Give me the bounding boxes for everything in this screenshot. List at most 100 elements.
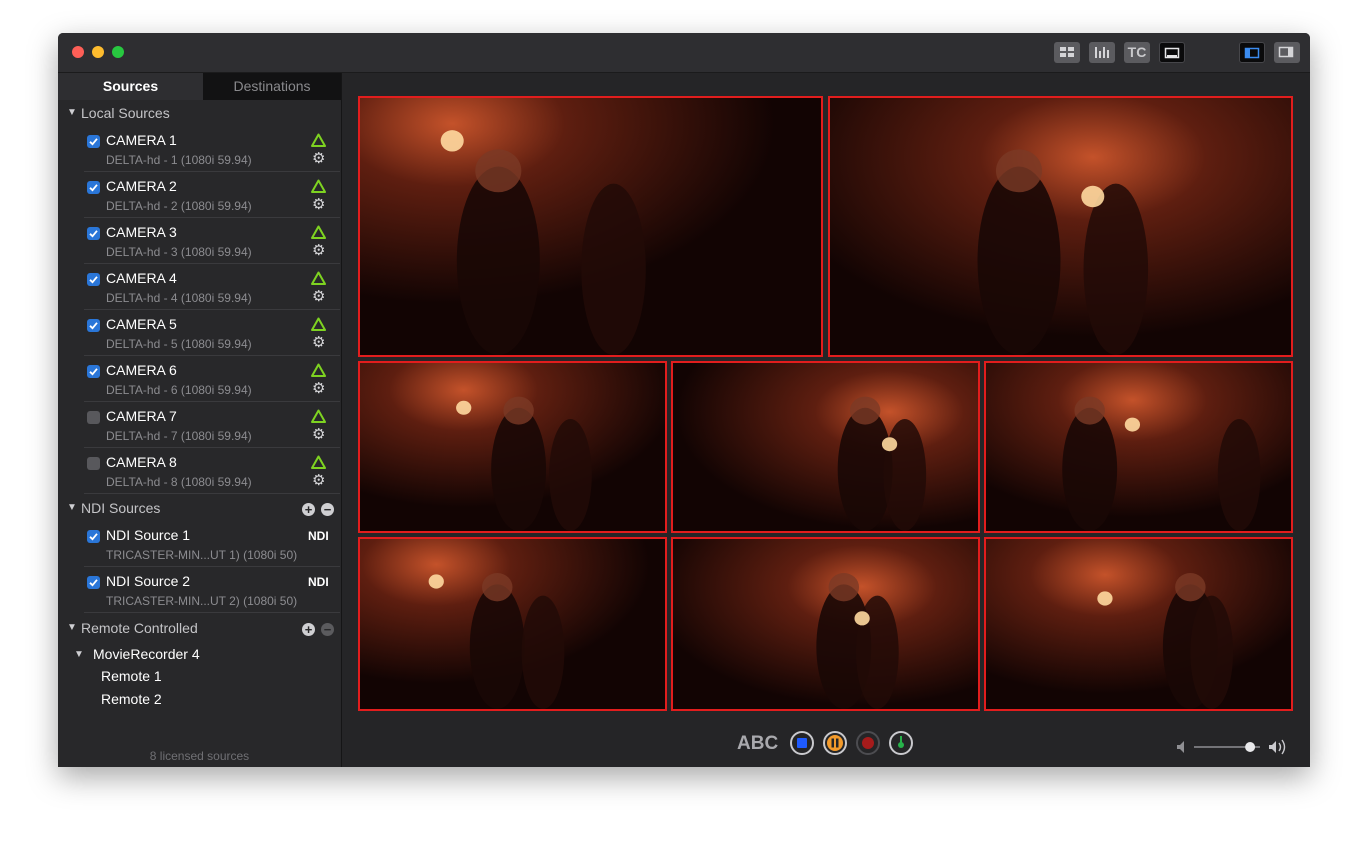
pause-button[interactable] bbox=[823, 731, 847, 755]
camera-source-item[interactable]: CAMERA 2 DELTA-hd - 2 (1080i 59.94) ⚙ bbox=[84, 172, 340, 218]
checkmark-icon bbox=[89, 322, 98, 330]
licensed-sources-status: 8 licensed sources bbox=[149, 749, 250, 763]
camera-source-item[interactable]: CAMERA 5 DELTA-hd - 5 (1080i 59.94) ⚙ bbox=[84, 310, 340, 356]
source-checkbox[interactable] bbox=[87, 530, 100, 543]
checkmark-icon bbox=[89, 230, 98, 238]
gear-icon[interactable]: ⚙ bbox=[312, 381, 325, 396]
camera-source-item[interactable]: CAMERA 4 DELTA-hd - 4 (1080i 59.94) ⚙ bbox=[84, 264, 340, 310]
audio-meters-button[interactable] bbox=[1089, 42, 1115, 63]
close-window-button[interactable] bbox=[72, 46, 84, 58]
pause-icon bbox=[827, 735, 843, 751]
warning-triangle-icon[interactable] bbox=[311, 225, 326, 239]
video-tile-2[interactable] bbox=[828, 96, 1293, 357]
disclosure-triangle-icon[interactable]: ▼ bbox=[67, 622, 77, 633]
warning-triangle-icon[interactable] bbox=[311, 409, 326, 423]
disclosure-triangle-icon[interactable]: ▼ bbox=[67, 502, 77, 513]
gear-icon[interactable]: ⚙ bbox=[312, 197, 325, 212]
ndi-source-item[interactable]: NDI Source 2 TRICASTER-MIN...UT 2) (1080i… bbox=[84, 567, 340, 613]
source-checkbox[interactable] bbox=[87, 576, 100, 589]
zoom-window-button[interactable] bbox=[112, 46, 124, 58]
stop-button[interactable] bbox=[790, 731, 814, 755]
source-checkbox[interactable] bbox=[87, 181, 100, 194]
left-panel-toggle[interactable] bbox=[1239, 42, 1265, 63]
monitor-icon bbox=[1164, 47, 1180, 59]
camera-feed-image bbox=[673, 363, 978, 531]
right-panel-icon bbox=[1278, 46, 1294, 58]
warning-triangle-icon[interactable] bbox=[311, 133, 326, 147]
camera-feed-image bbox=[830, 98, 1291, 355]
remote-controlled-header[interactable]: ▼ Remote Controlled + − bbox=[58, 619, 341, 641]
source-detail: DELTA-hd - 1 (1080i 59.94) bbox=[106, 153, 252, 167]
video-tile-3[interactable] bbox=[358, 361, 667, 533]
tab-destinations[interactable]: Destinations bbox=[203, 73, 341, 100]
warning-triangle-icon[interactable] bbox=[311, 317, 326, 331]
source-name: CAMERA 4 bbox=[106, 270, 177, 286]
volume-slider[interactable] bbox=[1174, 737, 1294, 759]
camera-feed-image bbox=[360, 98, 821, 355]
timer-button[interactable] bbox=[889, 731, 913, 755]
right-panel-toggle[interactable] bbox=[1274, 42, 1300, 63]
warning-triangle-icon[interactable] bbox=[311, 179, 326, 193]
remote-group[interactable]: ▼ MovieRecorder 4 bbox=[74, 645, 334, 667]
source-detail: DELTA-hd - 4 (1080i 59.94) bbox=[106, 291, 252, 305]
camera-source-item[interactable]: CAMERA 7 DELTA-hd - 7 (1080i 59.94) ⚙ bbox=[84, 402, 340, 448]
source-name: NDI Source 1 bbox=[106, 527, 191, 543]
source-checkbox[interactable] bbox=[87, 411, 100, 424]
source-detail: DELTA-hd - 8 (1080i 59.94) bbox=[106, 475, 252, 489]
gear-icon[interactable]: ⚙ bbox=[312, 243, 325, 258]
camera-source-item[interactable]: CAMERA 8 DELTA-hd - 8 (1080i 59.94) ⚙ bbox=[84, 448, 340, 494]
timecode-button[interactable]: TC bbox=[1124, 42, 1150, 63]
disclosure-triangle-icon[interactable]: ▼ bbox=[74, 649, 84, 660]
video-tile-8[interactable] bbox=[984, 537, 1293, 711]
disclosure-triangle-icon[interactable]: ▼ bbox=[67, 107, 77, 118]
checkmark-icon bbox=[89, 184, 98, 192]
camera-feed-image bbox=[673, 539, 978, 709]
monitor-button[interactable] bbox=[1159, 42, 1185, 63]
add-remote-icon[interactable]: + bbox=[302, 623, 315, 636]
ndi-sources-header[interactable]: ▼ NDI Sources + − bbox=[58, 499, 341, 521]
source-checkbox[interactable] bbox=[87, 365, 100, 378]
video-tile-6[interactable] bbox=[358, 537, 667, 711]
sources-sidebar: Sources Destinations ▼ Local Sources CAM… bbox=[58, 73, 342, 767]
local-sources-header[interactable]: ▼ Local Sources bbox=[58, 104, 341, 126]
ndi-source-item[interactable]: NDI Source 1 TRICASTER-MIN...UT 1) (1080i… bbox=[84, 521, 340, 567]
camera-source-item[interactable]: CAMERA 6 DELTA-hd - 6 (1080i 59.94) ⚙ bbox=[84, 356, 340, 402]
video-tile-1[interactable] bbox=[358, 96, 823, 357]
remove-remote-icon[interactable]: − bbox=[321, 623, 334, 636]
gear-icon[interactable]: ⚙ bbox=[312, 335, 325, 350]
gear-icon[interactable]: ⚙ bbox=[312, 151, 325, 166]
source-checkbox[interactable] bbox=[87, 135, 100, 148]
abc-label[interactable]: ABC bbox=[737, 733, 778, 755]
minimize-window-button[interactable] bbox=[92, 46, 104, 58]
source-checkbox[interactable] bbox=[87, 457, 100, 470]
tab-sources[interactable]: Sources bbox=[58, 73, 203, 100]
source-checkbox[interactable] bbox=[87, 319, 100, 332]
camera-source-item[interactable]: CAMERA 1 DELTA-hd - 1 (1080i 59.94) ⚙ bbox=[84, 126, 340, 172]
gear-icon[interactable]: ⚙ bbox=[312, 427, 325, 442]
source-name: NDI Source 2 bbox=[106, 573, 191, 589]
camera-feed-image bbox=[360, 539, 665, 709]
video-tile-4[interactable] bbox=[671, 361, 980, 533]
grid-layout-button[interactable] bbox=[1054, 42, 1080, 63]
record-icon bbox=[862, 737, 874, 749]
warning-triangle-icon[interactable] bbox=[311, 271, 326, 285]
warning-triangle-icon[interactable] bbox=[311, 455, 326, 469]
remote-item[interactable]: Remote 1 bbox=[101, 668, 162, 684]
source-checkbox[interactable] bbox=[87, 227, 100, 240]
source-name: CAMERA 8 bbox=[106, 454, 177, 470]
video-tile-5[interactable] bbox=[984, 361, 1293, 533]
video-tile-7[interactable] bbox=[671, 537, 980, 711]
source-checkbox[interactable] bbox=[87, 273, 100, 286]
gear-icon[interactable]: ⚙ bbox=[312, 473, 325, 488]
left-panel-icon bbox=[1244, 47, 1260, 59]
remote-item[interactable]: Remote 2 bbox=[101, 691, 162, 707]
remove-ndi-source-icon[interactable]: − bbox=[321, 503, 334, 516]
warning-triangle-icon[interactable] bbox=[311, 363, 326, 377]
camera-source-item[interactable]: CAMERA 3 DELTA-hd - 3 (1080i 59.94) ⚙ bbox=[84, 218, 340, 264]
record-button[interactable] bbox=[856, 731, 880, 755]
source-detail: DELTA-hd - 5 (1080i 59.94) bbox=[106, 337, 252, 351]
local-sources-label: Local Sources bbox=[81, 105, 170, 121]
gear-icon[interactable]: ⚙ bbox=[312, 289, 325, 304]
add-ndi-source-icon[interactable]: + bbox=[302, 503, 315, 516]
speaker-low-icon bbox=[1177, 741, 1184, 753]
